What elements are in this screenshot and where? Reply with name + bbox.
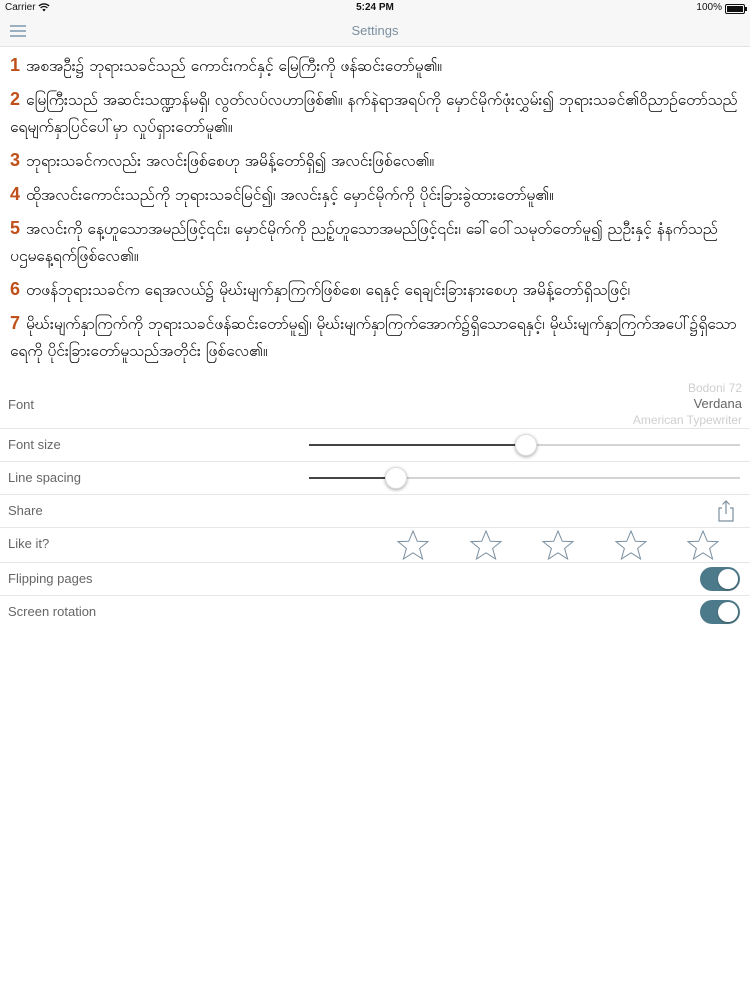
screen-rotation-label: Screen rotation <box>8 604 97 619</box>
verse-6: 6 တဖန်ဘုရားသခင်က ရေအလယ်၌ မိုဃ်းမျက်နှာကြက… <box>10 276 740 304</box>
status-time: 5:24 PM <box>356 2 394 13</box>
toggle-knob <box>718 602 738 622</box>
verse-number: 7 <box>10 313 21 333</box>
verse-text: ဘုရားသခင်ကလည်း အလင်းဖြစ်စေဟု အမိန့်တော်ရ… <box>26 152 435 170</box>
verse-number: 1 <box>10 55 21 75</box>
verse-text: မိုဃ်းမျက်နှာကြက်ကို ဘုရားသခင်ဖန်ဆင်းတော… <box>10 315 737 360</box>
line-spacing-slider[interactable] <box>309 467 740 489</box>
line-spacing-label: Line spacing <box>8 470 81 485</box>
verse-2: 2 မြေကြီးသည် အဆင်းသဏ္ဍာန်မရှိ၊ လွတ်လပ်လဟာ… <box>10 86 740 141</box>
verse-3: 3 ဘုရားသခင်ကလည်း အလင်းဖြစ်စေဟု အမိန့်တော်… <box>10 147 740 175</box>
star-icon[interactable] <box>469 529 503 563</box>
slider-fill <box>309 444 525 446</box>
verse-1: 1 အစအဦး၌ ဘုရားသခင်သည် ကောင်းကင်နှင့် မြေက… <box>10 52 740 80</box>
flipping-pages-row: Flipping pages <box>0 563 750 596</box>
verse-text: အစအဦး၌ ဘုရားသခင်သည် ကောင်းကင်နှင့် မြေကြ… <box>26 57 442 75</box>
slider-thumb[interactable] <box>385 467 408 489</box>
settings-list: Font Bodoni 72 Verdana American Typewrit… <box>0 380 750 628</box>
slider-thumb[interactable] <box>514 434 537 456</box>
flipping-pages-toggle[interactable] <box>700 567 740 591</box>
battery-percent: 100% <box>696 2 722 13</box>
verse-number: 2 <box>10 89 21 109</box>
font-option[interactable]: Bodoni 72 <box>633 380 742 396</box>
like-row: Like it? <box>0 528 750 563</box>
verse-7: 7 မိုဃ်းမျက်နှာကြက်ကို ဘုရားသခင်ဖန်ဆင်းတေ… <box>10 310 740 365</box>
font-size-label: Font size <box>8 437 61 452</box>
toggle-knob <box>718 569 738 589</box>
verse-text: ထိုအလင်းကောင်းသည်ကို ဘုရားသခင်မြင်၍၊ အလင… <box>26 186 554 204</box>
flipping-pages-label: Flipping pages <box>8 571 93 586</box>
verse-number: 3 <box>10 150 21 170</box>
star-icon[interactable] <box>686 529 720 563</box>
star-icon[interactable] <box>396 529 430 563</box>
status-bar: Carrier 5:24 PM 100% <box>0 0 750 16</box>
screen-rotation-row: Screen rotation <box>0 596 750 628</box>
battery-icon <box>725 4 747 14</box>
nav-bar: Settings <box>0 16 750 47</box>
screen-rotation-toggle[interactable] <box>700 600 740 624</box>
font-option[interactable]: American Typewriter <box>633 412 742 428</box>
verse-text: တဖန်ဘုရားသခင်က ရေအလယ်၌ မိုဃ်းမျက်နှာကြက်… <box>26 281 630 299</box>
like-label: Like it? <box>8 536 50 551</box>
text-preview: 1 အစအဦး၌ ဘုရားသခင်သည် ကောင်းကင်နှင့် မြေက… <box>0 47 750 380</box>
verse-number: 5 <box>10 218 21 238</box>
star-icon[interactable] <box>614 529 648 563</box>
star-icon[interactable] <box>541 529 575 563</box>
share-icon[interactable] <box>716 500 736 522</box>
font-label: Font <box>8 397 35 412</box>
font-size-slider[interactable] <box>309 434 740 456</box>
page-title: Settings <box>351 23 399 38</box>
font-option-selected[interactable]: Verdana <box>633 396 742 412</box>
font-picker[interactable]: Bodoni 72 Verdana American Typewriter <box>633 380 742 428</box>
verse-text: မြေကြီးသည် အဆင်းသဏ္ဍာန်မရှိ၊ လွတ်လပ်လဟာဖ… <box>10 91 738 136</box>
font-size-row: Font size <box>0 429 750 462</box>
verse-text: အလင်းကို နေ့ဟူသောအမည်ဖြင့်၎င်း၊ မှောင်မိ… <box>10 220 718 265</box>
line-spacing-row: Line spacing <box>0 462 750 495</box>
share-label: Share <box>8 503 43 518</box>
font-row: Font Bodoni 72 Verdana American Typewrit… <box>0 380 750 429</box>
verse-number: 4 <box>10 184 21 204</box>
verse-number: 6 <box>10 279 21 299</box>
verse-4: 4 ထိုအလင်းကောင်းသည်ကို ဘုရားသခင်မြင်၍၊ အလ… <box>10 181 740 209</box>
verse-5: 5 အလင်းကို နေ့ဟူသောအမည်ဖြင့်၎င်း၊ မှောင်မ… <box>10 215 740 270</box>
share-row[interactable]: Share <box>0 495 750 528</box>
slider-fill <box>309 477 396 479</box>
